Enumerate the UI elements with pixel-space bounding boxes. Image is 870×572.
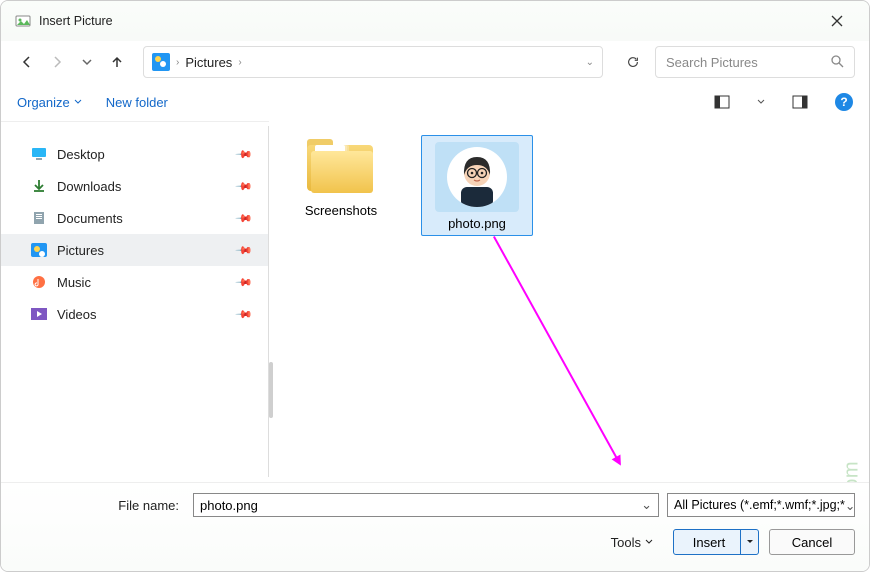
sidebar-item-label: Videos — [57, 307, 97, 322]
folder-screenshots[interactable]: Screenshots — [285, 135, 397, 218]
sidebar-item-label: Music — [57, 275, 91, 290]
documents-icon — [31, 210, 47, 226]
nav-forward-button[interactable] — [45, 50, 69, 74]
file-list[interactable]: Screenshots — [269, 121, 869, 481]
desktop-icon — [31, 146, 47, 162]
sidebar-item-label: Pictures — [57, 243, 104, 258]
close-button[interactable] — [819, 3, 855, 39]
file-label: photo.png — [428, 216, 526, 231]
pin-icon: 📌 — [235, 209, 254, 228]
image-thumbnail — [435, 142, 519, 212]
refresh-icon — [626, 55, 640, 69]
sidebar-item-downloads[interactable]: Downloads 📌 — [1, 170, 269, 202]
arrow-up-icon — [110, 55, 124, 69]
file-label: Screenshots — [285, 203, 397, 218]
bottom-bar: File name: photo.png ⌄ All Pictures (*.e… — [1, 482, 869, 571]
chevron-down-icon[interactable]: ⌄ — [641, 497, 652, 513]
search-placeholder: Search Pictures — [666, 55, 758, 70]
organize-menu[interactable]: Organize — [17, 95, 82, 110]
tools-menu[interactable]: Tools — [611, 535, 653, 550]
view-layout-button[interactable] — [711, 91, 733, 113]
filename-input[interactable]: photo.png ⌄ — [193, 493, 659, 517]
window-icon — [15, 13, 31, 29]
downloads-icon — [31, 178, 47, 194]
file-photo-png[interactable]: photo.png — [421, 135, 533, 236]
search-icon — [830, 54, 844, 71]
sidebar: Desktop 📌 Downloads 📌 Documents 📌 Pictur… — [1, 121, 269, 481]
preview-icon — [792, 95, 808, 109]
pictures-folder-icon — [152, 53, 170, 71]
chevron-down-icon — [74, 98, 82, 106]
file-type-filter[interactable]: All Pictures (*.emf;*.wmf;*.jpg;* ⌄ — [667, 493, 855, 517]
new-folder-button[interactable]: New folder — [106, 95, 168, 110]
window-title: Insert Picture — [39, 14, 113, 28]
filename-label: File name: — [15, 498, 185, 513]
sidebar-item-music[interactable]: Music 📌 — [1, 266, 269, 298]
refresh-button[interactable] — [617, 46, 649, 78]
pictures-icon — [31, 242, 47, 258]
search-input[interactable]: Search Pictures — [655, 46, 855, 78]
sidebar-item-pictures[interactable]: Pictures 📌 — [1, 234, 269, 266]
address-bar[interactable]: › Pictures › ⌄ — [143, 46, 603, 78]
sidebar-item-documents[interactable]: Documents 📌 — [1, 202, 269, 234]
sidebar-item-label: Desktop — [57, 147, 105, 162]
preview-pane-button[interactable] — [789, 91, 811, 113]
cancel-button[interactable]: Cancel — [769, 529, 855, 555]
toolbar: Organize New folder ? — [1, 83, 869, 121]
titlebar: Insert Picture — [1, 1, 869, 41]
chevron-right-icon: › — [238, 57, 241, 68]
music-icon — [31, 274, 47, 290]
arrow-left-icon — [20, 55, 34, 69]
nav-up-button[interactable] — [105, 50, 129, 74]
layout-icon — [714, 95, 730, 109]
sidebar-item-label: Downloads — [57, 179, 121, 194]
folder-icon — [305, 139, 377, 197]
videos-icon — [31, 306, 47, 322]
insert-split-button[interactable] — [740, 530, 758, 554]
chevron-down-icon: ⌄ — [845, 498, 855, 513]
chevron-right-icon: › — [176, 57, 179, 68]
close-icon — [831, 15, 843, 27]
chevron-down-icon[interactable] — [757, 98, 765, 106]
navbar: › Pictures › ⌄ Search Pictures — [1, 41, 869, 83]
insert-button[interactable]: Insert — [673, 529, 759, 555]
chevron-down-icon — [80, 55, 94, 69]
pin-icon: 📌 — [235, 305, 254, 324]
help-button[interactable]: ? — [835, 93, 853, 111]
chevron-down-icon — [746, 538, 754, 546]
arrow-right-icon — [50, 55, 64, 69]
pin-icon: 📌 — [235, 145, 254, 164]
chevron-down-icon[interactable]: ⌄ — [586, 57, 594, 68]
pin-icon: 📌 — [235, 177, 254, 196]
sidebar-item-desktop[interactable]: Desktop 📌 — [1, 138, 269, 170]
sidebar-item-label: Documents — [57, 211, 123, 226]
breadcrumb-pictures[interactable]: Pictures — [185, 55, 232, 70]
nav-recent-button[interactable] — [75, 50, 99, 74]
pin-icon: 📌 — [235, 241, 254, 260]
sidebar-item-videos[interactable]: Videos 📌 — [1, 298, 269, 330]
nav-back-button[interactable] — [15, 50, 39, 74]
pin-icon: 📌 — [235, 273, 254, 292]
chevron-down-icon — [645, 538, 653, 546]
